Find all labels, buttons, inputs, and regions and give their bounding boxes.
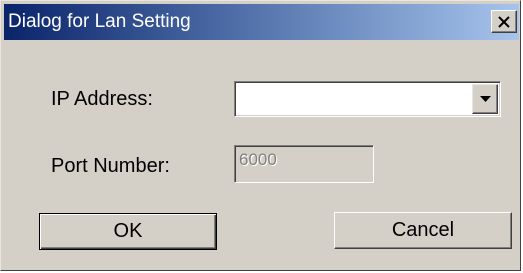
ok-button-label: OK <box>113 220 143 242</box>
port-number-value: 6000 <box>239 150 277 169</box>
lan-setting-dialog: Dialog for Lan Setting IP Address: Port … <box>0 0 521 271</box>
ip-address-label: IP Address: <box>51 88 153 110</box>
ip-address-dropdown-button[interactable] <box>472 84 498 114</box>
close-button[interactable] <box>491 10 517 33</box>
cancel-button-label: Cancel <box>391 219 455 241</box>
port-number-field[interactable]: 6000 <box>234 145 374 183</box>
title-bar[interactable]: Dialog for Lan Setting <box>4 4 519 40</box>
close-icon <box>498 16 510 28</box>
chevron-down-icon <box>480 96 491 102</box>
cancel-button[interactable]: Cancel <box>334 212 512 249</box>
ip-address-combobox[interactable] <box>234 81 501 117</box>
window-title: Dialog for Lan Setting <box>8 11 191 32</box>
ok-button[interactable]: OK <box>39 213 217 250</box>
port-number-label: Port Number: <box>51 155 170 177</box>
